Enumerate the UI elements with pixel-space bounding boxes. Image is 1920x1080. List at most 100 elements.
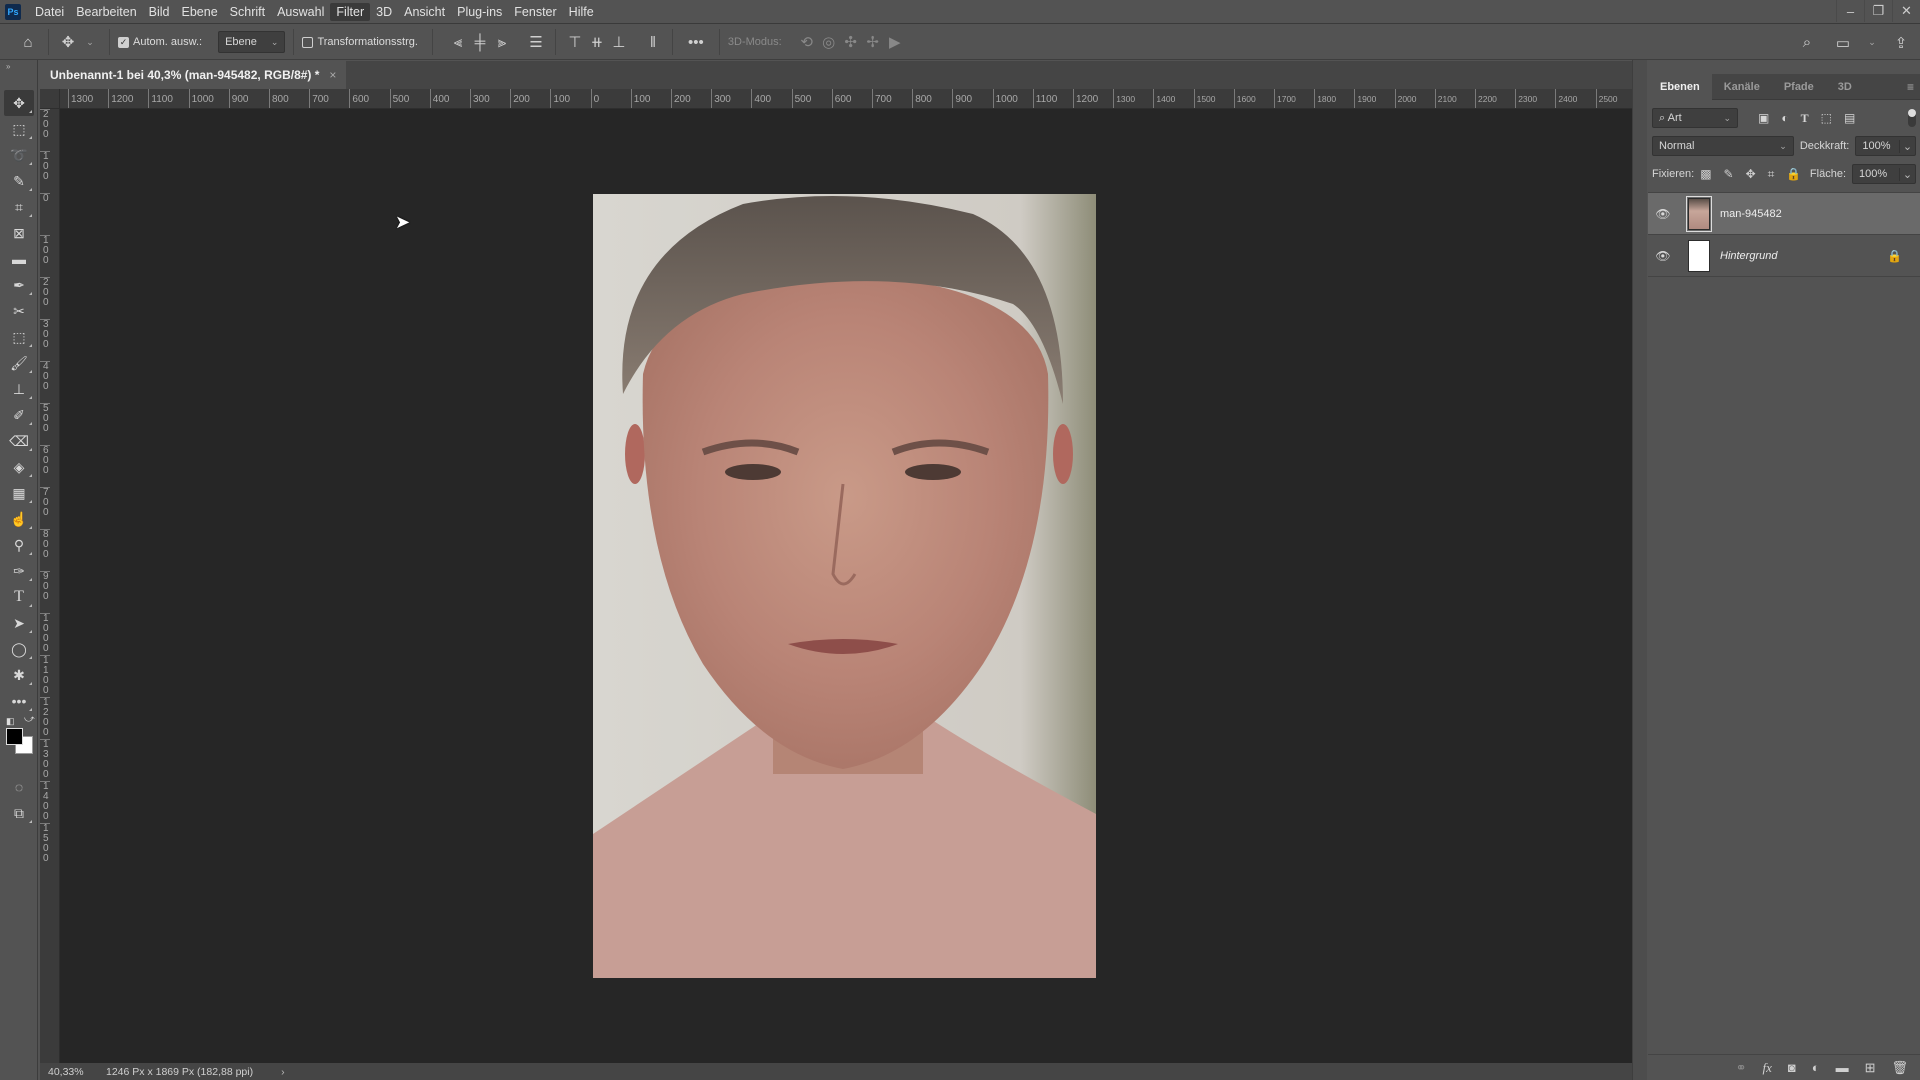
opacity-field[interactable]: 100% ⌄ — [1855, 136, 1916, 156]
auto-select-checkbox[interactable]: ✓ — [118, 36, 129, 48]
close-window-button[interactable]: ✕ — [1892, 0, 1920, 22]
layer-lock-icon[interactable]: 🔒 — [1887, 249, 1902, 263]
eyedropper-tool-icon[interactable]: ✒ — [4, 272, 34, 298]
clone-stamp-tool-icon[interactable]: ⊥ — [4, 376, 34, 402]
delete-layer-icon[interactable]: 🗑 — [1891, 1060, 1908, 1076]
align-right-icon[interactable]: ⫸ — [491, 34, 513, 51]
transform-controls-checkbox[interactable] — [302, 36, 314, 48]
3d-roll-icon[interactable]: ◎ — [818, 33, 840, 51]
history-brush-tool-icon[interactable]: ✐ — [4, 402, 34, 428]
align-bottom-icon[interactable]: ⊥ — [608, 33, 630, 51]
tab-pfade[interactable]: Pfade — [1772, 74, 1826, 100]
smudge-tool-icon[interactable]: ☝ — [4, 506, 34, 532]
layer-name[interactable]: man-945482 — [1720, 208, 1782, 220]
layer-style-fx-icon[interactable]: fx — [1762, 1060, 1771, 1076]
menu-bild[interactable]: Bild — [143, 3, 176, 21]
minimize-button[interactable]: – — [1836, 0, 1864, 22]
new-adjustment-layer-icon[interactable]: ◐ — [1812, 1060, 1820, 1075]
lock-artboard-icon[interactable]: ⌗ — [1768, 167, 1775, 182]
dodge-tool-icon[interactable]: ⚲ — [4, 532, 34, 558]
pen-tool-icon[interactable]: ✑ — [4, 558, 34, 584]
object-selection-tool-icon[interactable]: ⬚ — [4, 324, 34, 350]
ruler-tool-icon[interactable]: ▬ — [4, 246, 34, 272]
lock-all-icon[interactable]: 🔒 — [1786, 167, 1801, 182]
layer-filter-toggle[interactable] — [1908, 109, 1916, 127]
panel-menu-icon[interactable]: ≡ — [1907, 80, 1914, 94]
swap-colors-icon[interactable]: ⤻ — [24, 714, 35, 725]
align-vertical-center-icon[interactable]: ⧺ — [586, 33, 608, 51]
distribute-vertical-icon[interactable]: ☰ — [525, 33, 547, 51]
lock-image-pixels-icon[interactable]: ✎ — [1724, 167, 1734, 182]
align-top-icon[interactable]: ⊤ — [564, 33, 586, 51]
brush-tool-icon[interactable]: 🖌 — [4, 350, 34, 376]
distribute-horizontal-icon[interactable]: ‖ — [642, 34, 664, 51]
menu-hilfe[interactable]: Hilfe — [563, 3, 600, 21]
horizontal-ruler[interactable]: 1300 1200 1100 1000 900 800 700 600 500 400 300 200… — [60, 89, 1632, 109]
tab-3d[interactable]: 3D — [1826, 74, 1864, 100]
layer-name[interactable]: Hintergrund — [1720, 250, 1777, 262]
blend-mode-dropdown[interactable]: Normal ⌄ — [1652, 136, 1794, 156]
layer-row[interactable]: 👁 Hintergrund 🔒 — [1648, 235, 1920, 277]
menu-3d[interactable]: 3D — [370, 3, 398, 21]
layer-row[interactable]: 👁 man-945482 — [1648, 193, 1920, 235]
workspace-icon[interactable]: ▭ — [1832, 34, 1854, 52]
screen-mode-icon[interactable]: ⧉ — [4, 800, 34, 826]
default-colors-icon[interactable]: ◧ — [6, 716, 15, 727]
menu-datei[interactable]: Datei — [29, 3, 70, 21]
ellipse-tool-icon[interactable]: ◯ — [4, 636, 34, 662]
eraser-tool-icon[interactable]: ⌫ — [4, 428, 34, 454]
edit-toolbar-icon[interactable]: ••• — [4, 688, 34, 714]
fill-dropdown-icon[interactable]: ⌄ — [1899, 167, 1915, 181]
menu-fenster[interactable]: Fenster — [508, 3, 562, 21]
align-left-icon[interactable]: ⫷ — [447, 34, 469, 51]
search-icon[interactable]: ⌕ — [1796, 34, 1818, 51]
content-aware-move-icon[interactable]: ✂ — [4, 298, 34, 324]
foreground-color-swatch[interactable] — [6, 728, 23, 745]
menu-plugins[interactable]: Plug-ins — [451, 3, 508, 21]
type-tool-icon[interactable]: T — [4, 584, 34, 610]
filter-type-layers-icon[interactable]: T — [1801, 111, 1809, 126]
visibility-eye-icon[interactable]: 👁 — [1648, 249, 1678, 263]
fill-field[interactable]: 100% ⌄ — [1852, 164, 1916, 184]
move-tool-icon[interactable]: ✥ — [4, 90, 34, 116]
workspace-chevron-icon[interactable]: ⌄ — [1868, 37, 1876, 48]
new-group-icon[interactable]: ▬ — [1836, 1060, 1849, 1075]
visibility-eye-icon[interactable]: 👁 — [1648, 207, 1678, 221]
custom-shape-tool-icon[interactable]: ✱ — [4, 662, 34, 688]
3d-pan-icon[interactable]: ✣ — [840, 33, 862, 51]
tab-ebenen[interactable]: Ebenen — [1648, 73, 1712, 100]
marquee-tool-icon[interactable]: ⬚ — [4, 116, 34, 142]
paint-bucket-tool-icon[interactable]: ◈ — [4, 454, 34, 480]
layer-filter-dropdown[interactable]: ⌕ Art ⌄ — [1652, 108, 1738, 128]
share-icon[interactable]: ⇪ — [1890, 34, 1912, 52]
vertical-ruler[interactable]: 200 100 0 100 200 300 400 500 600 700 800 900 1000 11… — [40, 109, 60, 1063]
filter-smart-objects-icon[interactable]: ▤ — [1844, 111, 1855, 126]
path-selection-tool-icon[interactable]: ➤ — [4, 610, 34, 636]
menu-schrift[interactable]: Schrift — [224, 3, 271, 21]
lock-transparent-pixels-icon[interactable]: ▩ — [1700, 167, 1711, 182]
canvas-area[interactable]: ➤ — [60, 109, 1632, 1063]
collapse-toolbox-icon[interactable]: » — [6, 62, 10, 71]
lasso-tool-icon[interactable]: ➰ — [4, 142, 34, 168]
status-menu-arrow-icon[interactable]: › — [281, 1066, 285, 1078]
auto-select-target-dropdown[interactable]: Ebene ⌄ — [218, 31, 286, 53]
menu-ebene[interactable]: Ebene — [176, 3, 224, 21]
3d-camera-icon[interactable]: ▶ — [884, 33, 906, 51]
close-tab-icon[interactable]: × — [329, 68, 336, 82]
home-icon[interactable]: ⌂ — [16, 34, 40, 51]
tab-kanaele[interactable]: Kanäle — [1712, 74, 1772, 100]
3d-slide-icon[interactable]: ✢ — [862, 33, 884, 51]
3d-orbit-icon[interactable]: ⟲ — [796, 33, 818, 51]
lock-position-icon[interactable]: ✥ — [1746, 167, 1756, 182]
move-tool-icon[interactable]: ✥ — [57, 33, 79, 51]
ruler-origin[interactable] — [40, 89, 60, 109]
quick-selection-tool-icon[interactable]: ✎ — [4, 168, 34, 194]
opacity-dropdown-icon[interactable]: ⌄ — [1899, 139, 1915, 153]
menu-filter[interactable]: Filter — [330, 2, 371, 21]
align-horizontal-center-icon[interactable]: ╪ — [469, 34, 491, 51]
portrait-photo[interactable] — [593, 194, 1096, 978]
filter-shape-layers-icon[interactable]: ⬚ — [1821, 111, 1832, 126]
new-layer-icon[interactable]: ⊞ — [1865, 1060, 1876, 1076]
quick-mask-icon[interactable]: ◌ — [4, 774, 34, 800]
menu-ansicht[interactable]: Ansicht — [398, 3, 451, 21]
